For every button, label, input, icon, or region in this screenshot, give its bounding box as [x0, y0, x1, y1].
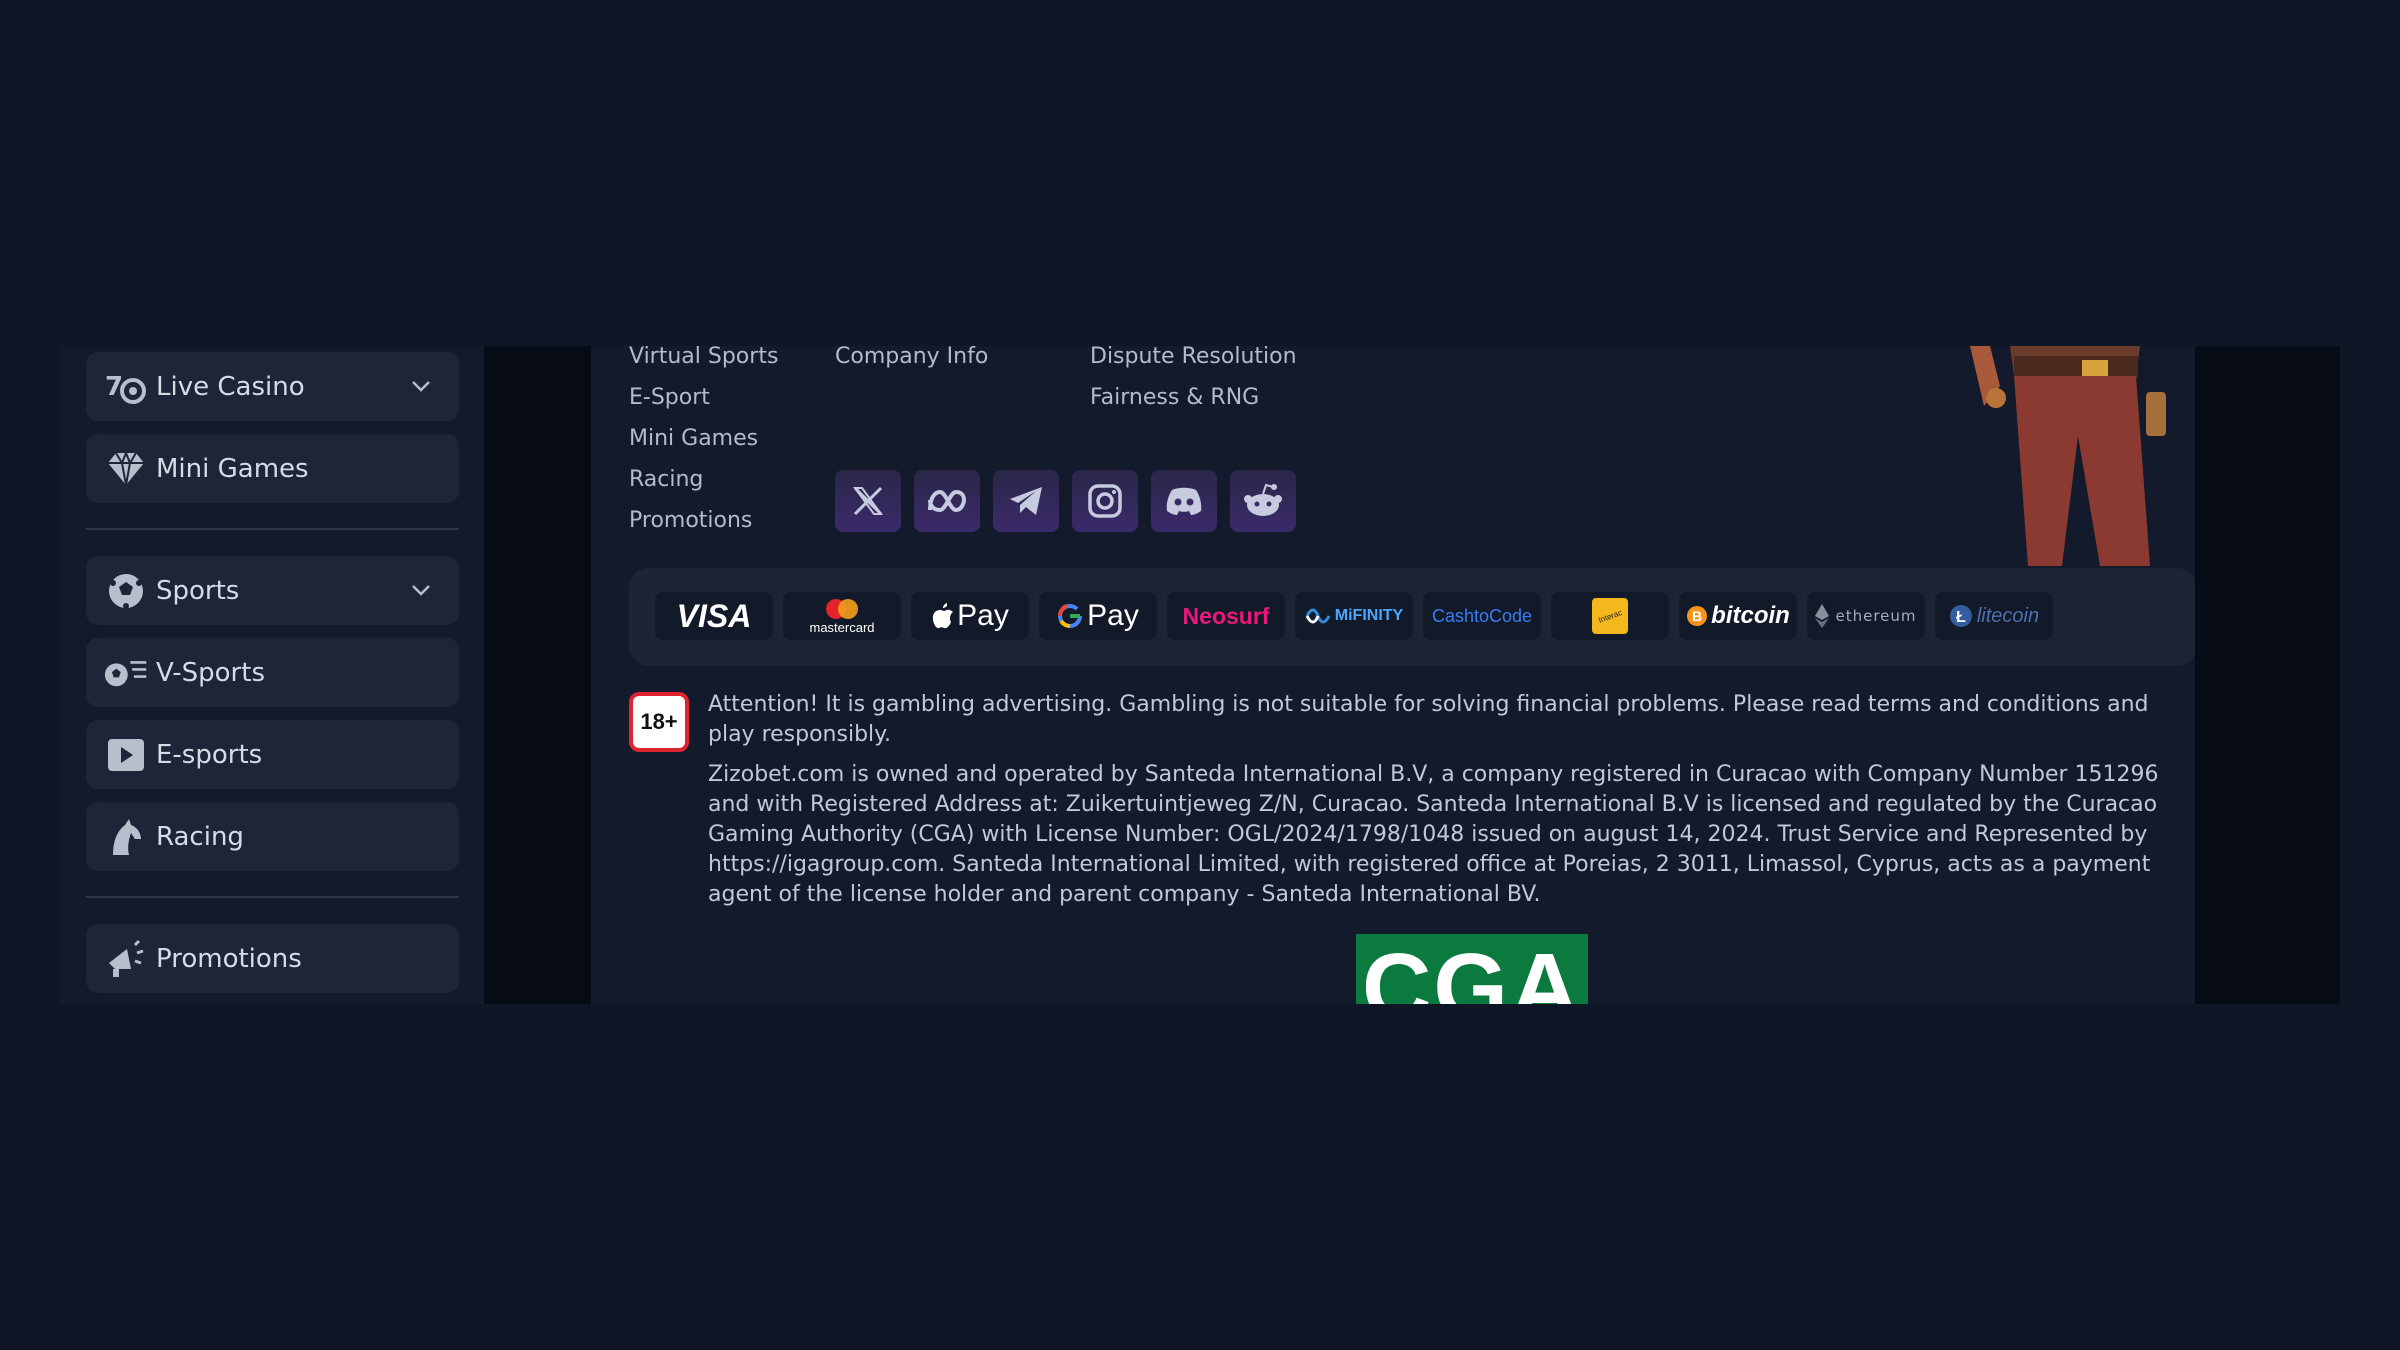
ethereum-symbol-icon — [1815, 604, 1830, 628]
mastercard-logo: mastercard — [783, 592, 901, 640]
neosurf-label: Neosurf — [1182, 602, 1270, 629]
sidebar-item-label: Live Casino — [156, 371, 305, 402]
visa-logo: VISA — [655, 592, 773, 640]
live-casino-icon: 7 — [104, 365, 148, 409]
age-restriction-badge: 18+ — [629, 692, 689, 752]
mascot-character-image — [1950, 346, 2170, 566]
bitcoin-label: bitcoin — [1711, 602, 1790, 629]
instagram-icon[interactable] — [1072, 470, 1138, 532]
sidebar-item-mini-games[interactable]: Mini Games — [86, 434, 459, 503]
footer-link-promotions[interactable]: Promotions — [629, 508, 752, 533]
age-badge-label: 18+ — [640, 709, 678, 734]
sidebar-item-racing[interactable]: Racing — [86, 802, 459, 871]
google-pay-label: Pay — [1087, 599, 1139, 632]
visa-label: VISA — [676, 597, 752, 634]
footer-link-dispute-resolution[interactable]: Dispute Resolution — [1090, 346, 1297, 369]
google-pay-logo: Pay — [1039, 592, 1157, 640]
virtual-sports-icon — [104, 651, 148, 695]
sidebar-item-label: Mini Games — [156, 453, 309, 484]
litecoin-logo: Ł litecoin — [1935, 592, 2053, 640]
diamond-icon — [104, 447, 148, 491]
mifinity-label: MiFINITY — [1334, 607, 1404, 624]
chevron-down-icon[interactable] — [409, 374, 433, 398]
svg-text:B: B — [1692, 608, 1702, 624]
gambling-attention-text: Attention! It is gambling advertising. G… — [708, 692, 2149, 747]
bitcoin-symbol-icon: B — [1687, 606, 1708, 626]
apple-pay-label: Pay — [957, 599, 1009, 632]
sidebar-item-v-sports[interactable]: V-Sports — [86, 638, 459, 707]
soccer-ball-icon — [104, 569, 148, 613]
license-info-text: Zizobet.com is owned and operated by San… — [708, 762, 2159, 907]
footer-link-company-info[interactable]: Company Info — [835, 346, 988, 369]
cga-logo-text: CGA — [1362, 934, 1582, 1005]
footer-link-mini-games[interactable]: Mini Games — [629, 426, 758, 451]
apple-pay-logo: Pay — [911, 592, 1029, 640]
sidebar-item-live-casino[interactable]: 7 Live Casino — [86, 352, 459, 421]
mastercard-label: mastercard — [809, 619, 875, 635]
mifinity-logo: MiFINITY — [1295, 592, 1413, 640]
interac-label: Interac — [1596, 607, 1624, 625]
play-icon — [104, 733, 148, 777]
x-icon[interactable] — [835, 470, 901, 532]
footer-link-fairness-rng[interactable]: Fairness & RNG — [1090, 385, 1259, 410]
neosurf-logo: Neosurf — [1167, 592, 1285, 640]
megaphone-icon — [104, 937, 148, 981]
bitcoin-logo: B bitcoin — [1679, 592, 1797, 640]
footer-link-racing[interactable]: Racing — [629, 467, 703, 492]
svg-text:Ł: Ł — [1956, 609, 1966, 626]
svg-text:7: 7 — [105, 372, 123, 402]
footer: Virtual Sports E-Sport Mini Games Racing… — [591, 346, 2195, 1004]
google-g-icon — [1058, 603, 1083, 629]
meta-icon[interactable] — [914, 470, 980, 532]
horse-icon — [104, 815, 148, 859]
sidebar-item-label: Sports — [156, 575, 240, 606]
footer-link-e-sport[interactable]: E-Sport — [629, 385, 710, 410]
telegram-icon[interactable] — [993, 470, 1059, 532]
sidebar: 7 Live Casino Mini Games Sports V-Sports — [60, 346, 484, 1004]
cashtocode-logo: CashtoCode — [1423, 592, 1541, 640]
sidebar-item-label: Racing — [156, 821, 244, 852]
interac-logo: Interac — [1551, 592, 1669, 640]
chevron-down-icon[interactable] — [409, 578, 433, 602]
app-frame: 7 Live Casino Mini Games Sports V-Sports — [60, 346, 2340, 1004]
sidebar-item-e-sports[interactable]: E-sports — [86, 720, 459, 789]
payment-methods-bar: VISA mastercard Pay Pay Neosurf MiFINITY — [629, 568, 2195, 666]
discord-icon[interactable] — [1151, 470, 1217, 532]
sidebar-item-label: Promotions — [156, 943, 302, 974]
sidebar-item-label: E-sports — [156, 739, 263, 770]
ethereum-logo: ethereum — [1807, 592, 1925, 640]
cashtocode-label: CashtoCode — [1431, 605, 1533, 626]
sidebar-item-label: V-Sports — [156, 657, 265, 688]
cga-logo[interactable]: CGA — [1356, 934, 1588, 1004]
footer-link-virtual-sports[interactable]: Virtual Sports — [629, 346, 778, 369]
sidebar-item-promotions[interactable]: Promotions — [86, 924, 459, 993]
sidebar-divider — [86, 528, 459, 530]
ethereum-label: ethereum — [1835, 607, 1917, 625]
sidebar-divider — [86, 896, 459, 898]
litecoin-label: litecoin — [1976, 604, 2040, 627]
litecoin-symbol-icon: Ł — [1949, 605, 1972, 627]
apple-icon — [932, 603, 954, 629]
reddit-icon[interactable] — [1230, 470, 1296, 532]
sidebar-item-sports[interactable]: Sports — [86, 556, 459, 625]
mifinity-symbol-icon — [1305, 608, 1331, 624]
